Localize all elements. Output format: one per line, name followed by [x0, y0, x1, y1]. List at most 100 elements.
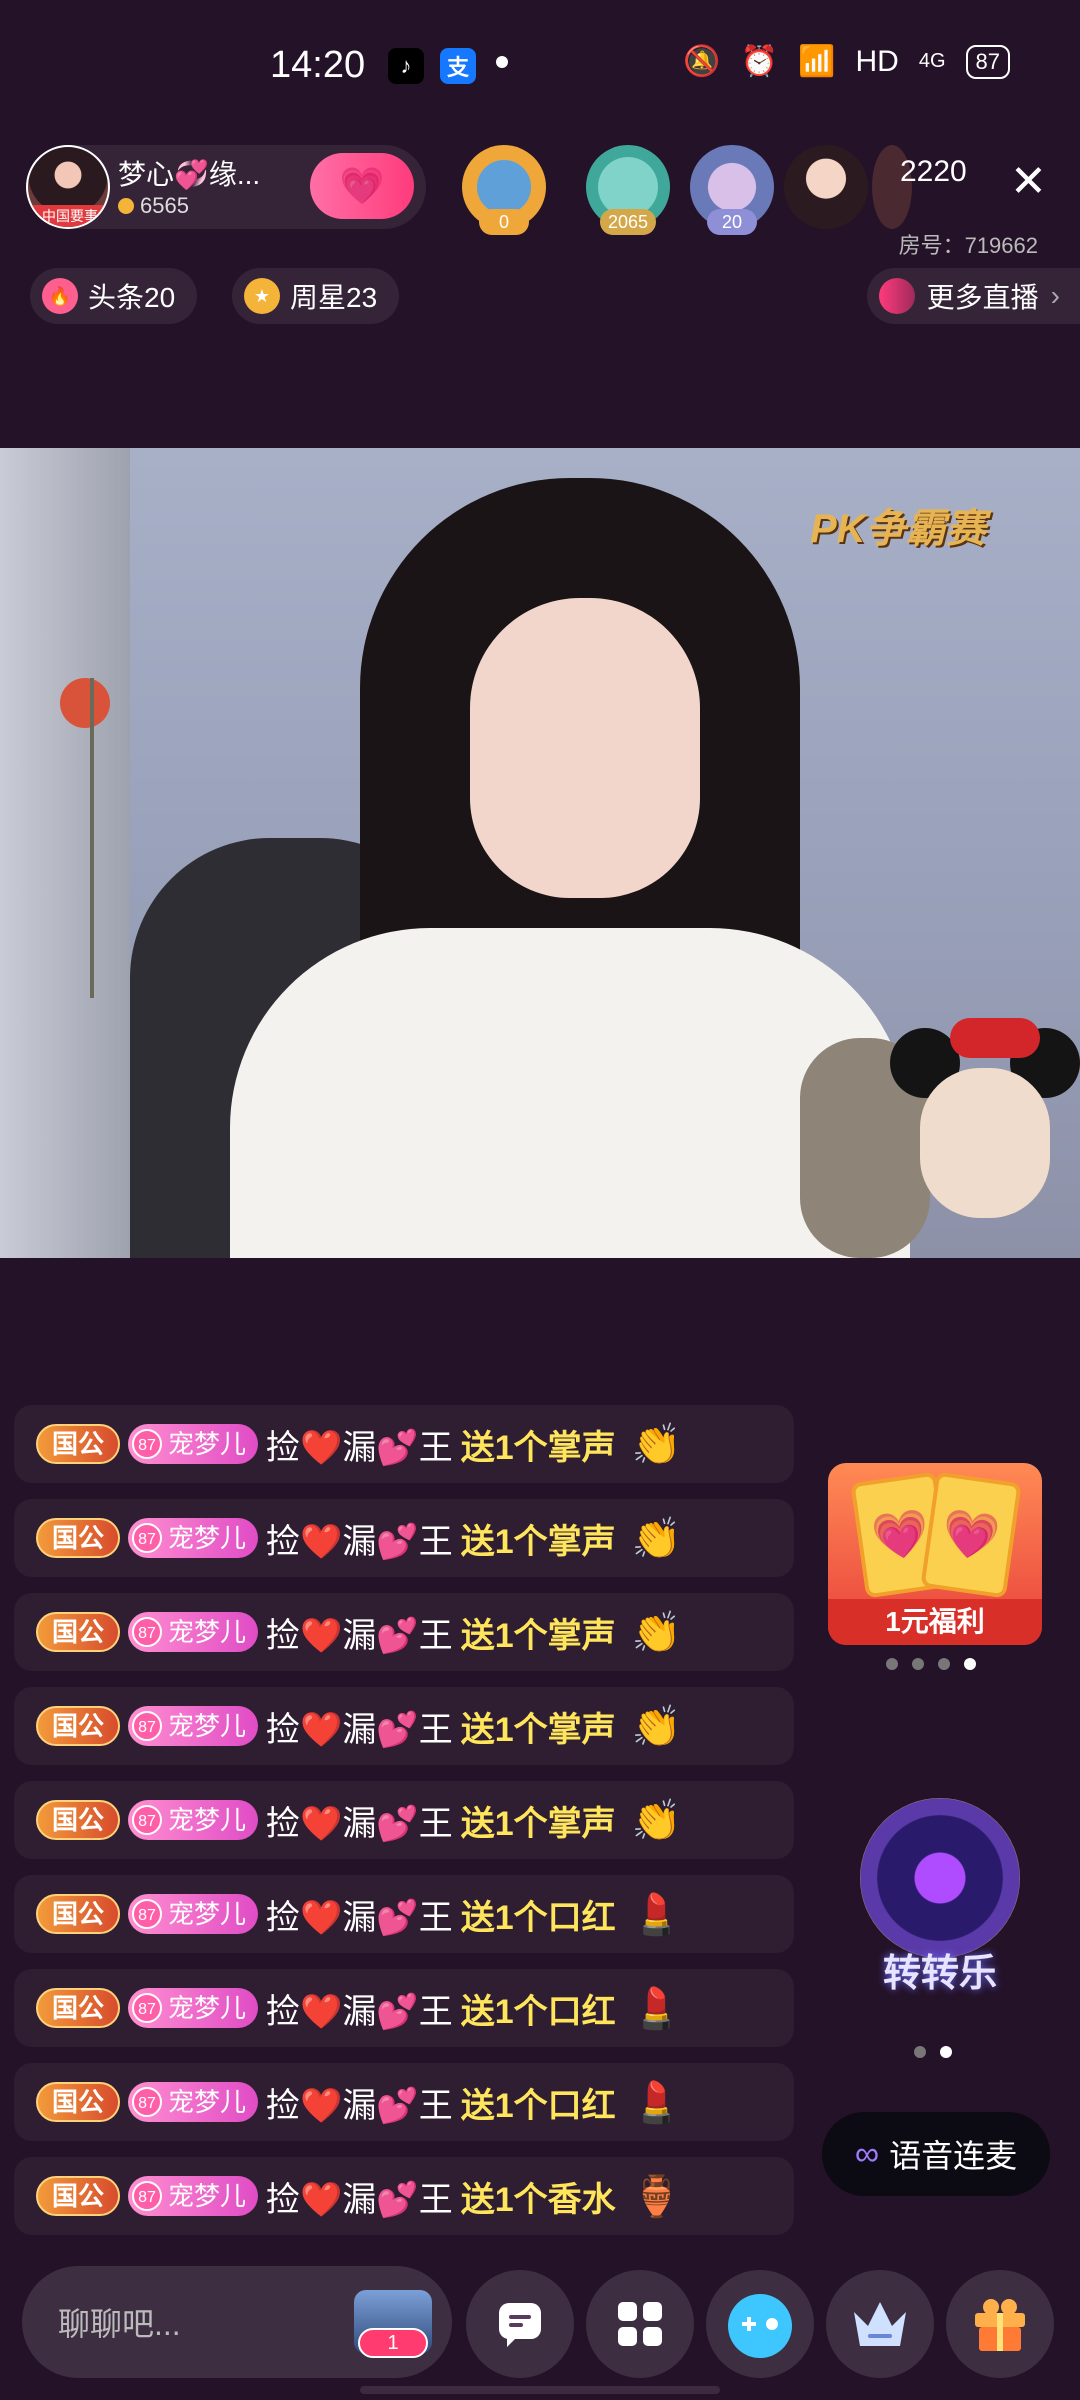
fan-name: 宠梦儿 — [168, 1429, 247, 1459]
chat-username[interactable]: 捡❤️漏💕王 — [266, 1608, 453, 1657]
host-likes-count: 6565 — [140, 193, 189, 218]
flower — [60, 678, 110, 728]
more-live-label: 更多直播 — [926, 282, 1039, 313]
fan-name: 宠梦儿 — [168, 2087, 247, 2117]
spin-game-widget[interactable]: 转转乐 — [840, 1790, 1040, 2020]
star-icon: ★ — [244, 278, 280, 314]
rank-badge: 国公 — [36, 1988, 121, 2028]
plush-toy — [880, 1008, 1080, 1258]
room-number: 房号：719662 — [898, 233, 1038, 258]
host-name: 梦心💞缘... — [118, 159, 261, 190]
chat-text: 送1个掌声 — [460, 1710, 616, 1749]
chat-username[interactable]: 捡❤️漏💕王 — [266, 2172, 453, 2221]
welfare-banner[interactable]: 💗 💗 1元福利 — [828, 1463, 1042, 1645]
fan-level: 87 — [132, 1711, 163, 1741]
apps-button[interactable] — [586, 2270, 694, 2378]
rank-badge: 国公 — [36, 1706, 121, 1746]
network-label: HD — [855, 44, 899, 78]
game-button[interactable] — [706, 2270, 814, 2378]
chat-username[interactable]: 捡❤️漏💕王 — [266, 1984, 453, 2033]
chat-username[interactable]: 捡❤️漏💕王 — [266, 1514, 453, 1563]
fan-name: 宠梦儿 — [168, 2181, 247, 2211]
chat-text: 送1个掌声 — [460, 1616, 616, 1655]
voice-link-button[interactable]: ∞ 语音连麦 — [822, 2112, 1050, 2196]
fan-level: 87 — [132, 1523, 163, 1553]
chat-username[interactable]: 捡❤️漏💕王 — [266, 2078, 453, 2127]
flower-stem — [90, 678, 94, 998]
home-indicator[interactable] — [360, 2386, 720, 2394]
chat-message[interactable]: 国公 87 宠梦儿 捡❤️漏💕王 送1个香水 🏺 — [14, 2157, 794, 2235]
chat-feed[interactable]: 国公 87 宠梦儿 捡❤️漏💕王 送1个掌声 👏 国公 87 宠梦儿 捡❤️漏💕王 送1个掌声 👏 国公… — [14, 1405, 794, 2251]
welfare-label: 1元福利 — [828, 1599, 1042, 1645]
streamer-face — [470, 598, 700, 898]
chat-text: 送1个掌声 — [460, 1804, 616, 1843]
chat-message[interactable]: 国公 87 宠梦儿 捡❤️漏💕王 送1个掌声 👏 — [14, 1593, 794, 1671]
chat-text: 送1个口红 — [460, 2086, 616, 2125]
chat-message[interactable]: 国公 87 宠梦儿 捡❤️漏💕王 送1个口红 💄 — [14, 1969, 794, 2047]
fan-badge: 87 宠梦儿 — [128, 1706, 259, 1746]
fan-name: 宠梦儿 — [168, 1523, 247, 1553]
fan-badge: 87 宠梦儿 — [128, 2082, 259, 2122]
spin-label: 转转乐 — [882, 1953, 997, 1995]
fan-level: 87 — [132, 1429, 163, 1459]
viewer-badge: 20 — [707, 209, 757, 235]
curtain — [0, 448, 130, 1258]
chat-message[interactable]: 国公 87 宠梦儿 捡❤️漏💕王 送1个掌声 👏 — [14, 1781, 794, 1859]
fan-level: 87 — [132, 2087, 163, 2117]
fan-badge: 87 宠梦儿 — [128, 1800, 259, 1840]
fan-badge: 87 宠梦儿 — [128, 1612, 259, 1652]
gift-item-icon: 💄 — [631, 2080, 682, 2125]
fan-level: 87 — [132, 1993, 163, 2023]
fan-name: 宠梦儿 — [168, 1617, 247, 1647]
gift-item-icon: 👏 — [631, 1516, 682, 1561]
chevron-right-icon: › — [1050, 280, 1060, 311]
spin-pager — [914, 2046, 952, 2058]
fan-badge: 87 宠梦儿 — [128, 1894, 259, 1934]
gift-item-icon: 💄 — [631, 1892, 682, 1937]
viewer-avatar-1[interactable]: 0 — [462, 145, 546, 235]
coin-icon — [118, 198, 134, 214]
message-button[interactable] — [466, 2270, 574, 2378]
chat-message[interactable]: 国公 87 宠梦儿 捡❤️漏💕王 送1个掌声 👏 — [14, 1405, 794, 1483]
more-live-button[interactable]: 更多直播 › — [866, 268, 1080, 324]
viewer-badge: 0 — [479, 209, 529, 235]
gift-item-icon: 👏 — [631, 1610, 682, 1655]
pk-logo: PK争霸赛 — [810, 507, 986, 551]
weekly-star-label: 周星23 — [290, 282, 378, 313]
viewer-avatar-4[interactable] — [784, 145, 868, 229]
fan-name: 宠梦儿 — [168, 1805, 247, 1835]
chat-message[interactable]: 国公 87 宠梦儿 捡❤️漏💕王 送1个口红 💄 — [14, 2063, 794, 2141]
follow-button[interactable]: 💗 — [310, 153, 414, 219]
chat-username[interactable]: 捡❤️漏💕王 — [266, 1420, 453, 1469]
chat-username[interactable]: 捡❤️漏💕王 — [266, 1796, 453, 1845]
chat-message[interactable]: 国公 87 宠梦儿 捡❤️漏💕王 送1个掌声 👏 — [14, 1687, 794, 1765]
host-likes: 6565 — [118, 193, 189, 219]
wifi-icon: 📶 — [798, 45, 836, 78]
fan-badge: 87 宠梦儿 — [128, 1424, 259, 1464]
viewer-avatar-2[interactable]: 2065 — [586, 145, 670, 235]
chat-username[interactable]: 捡❤️漏💕王 — [266, 1890, 453, 1939]
host-avatar[interactable]: 中国要事 — [26, 145, 110, 229]
gift-item-icon: 💄 — [631, 1986, 682, 2031]
message-icon — [499, 2303, 541, 2347]
crown-icon — [854, 2302, 906, 2346]
fan-level: 87 — [132, 1805, 163, 1835]
viewer-avatar-3[interactable]: 20 — [690, 145, 774, 235]
live-video[interactable]: PK争霸赛 — [0, 448, 1080, 1258]
weekly-star-chip[interactable]: ★ 周星23 — [232, 268, 400, 324]
chat-username[interactable]: 捡❤️漏💕王 — [266, 1702, 453, 1751]
fan-badge: 87 宠梦儿 — [128, 1988, 259, 2028]
crown-button[interactable] — [826, 2270, 934, 2378]
close-icon[interactable]: ✕ — [1010, 160, 1047, 204]
viewer-badge: 2065 — [599, 209, 657, 235]
headline-chip[interactable]: 🔥 头条20 — [30, 268, 198, 324]
gift-item-icon: 👏 — [631, 1798, 682, 1843]
rank-badge: 国公 — [36, 1894, 121, 1934]
viewer-count[interactable]: 2220 — [900, 155, 967, 189]
chat-message[interactable]: 国公 87 宠梦儿 捡❤️漏💕王 送1个掌声 👏 — [14, 1499, 794, 1577]
chat-message[interactable]: 国公 87 宠梦儿 捡❤️漏💕王 送1个口红 💄 — [14, 1875, 794, 1953]
fan-level: 87 — [132, 1899, 163, 1929]
rank-badge: 国公 — [36, 1518, 121, 1558]
fan-level: 87 — [132, 2181, 163, 2211]
gift-button[interactable] — [946, 2270, 1054, 2378]
